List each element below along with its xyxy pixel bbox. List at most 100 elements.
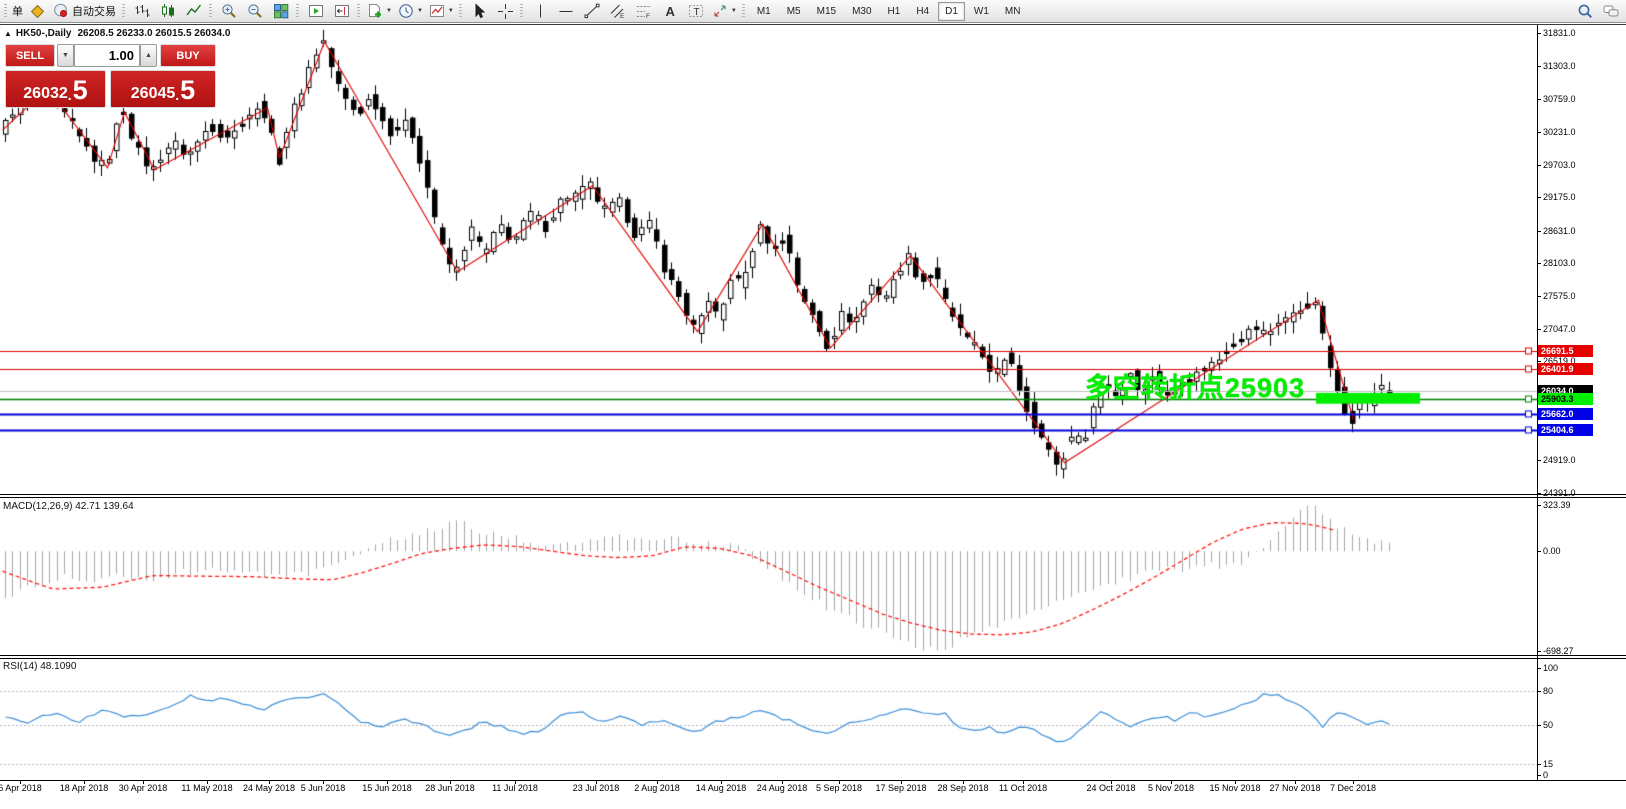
date-axis-border	[0, 780, 1626, 781]
price-tick-label: 29703.0	[1543, 160, 1576, 171]
zoom-out-button[interactable]	[243, 1, 267, 22]
date-tick	[84, 781, 85, 784]
trendline-button[interactable]	[580, 1, 604, 22]
sell-button[interactable]: SELL	[5, 44, 55, 67]
buy-price-pip: 5	[180, 77, 195, 104]
toolbar-grip	[209, 4, 212, 19]
date-tick	[782, 781, 783, 784]
tf-h1[interactable]: H1	[881, 2, 908, 21]
tf-h4[interactable]: H4	[909, 2, 936, 21]
price-tick-label: 27575.0	[1543, 291, 1576, 302]
volume-decrease-button[interactable]: ▼	[57, 44, 74, 67]
svg-text:F: F	[646, 13, 650, 19]
one-click-trade-panel: SELL ▼ 1.00 ▲ BUY 26032.5 26045.5	[5, 44, 216, 108]
buy-price-dot: .	[175, 86, 179, 104]
new-chart-button[interactable]: ▼	[365, 1, 394, 22]
macd-tick-label: 0.00	[1543, 546, 1561, 557]
date-tick	[963, 781, 964, 784]
new-order-icon[interactable]	[25, 1, 49, 22]
toolbar-grip	[122, 4, 125, 19]
text-button[interactable]: A	[658, 1, 682, 22]
date-label: 5 Nov 2018	[1148, 783, 1194, 793]
tf-m15[interactable]: M15	[810, 2, 843, 21]
periods-button-dropdown-icon[interactable]: ▼	[417, 8, 423, 14]
date-tick	[721, 781, 722, 784]
new-chart-button-dropdown-icon[interactable]: ▼	[386, 8, 392, 14]
periods-button[interactable]: ▼	[396, 1, 425, 22]
tf-d1[interactable]: D1	[938, 2, 965, 21]
price-level-tag: 25903.3	[1538, 393, 1593, 405]
autotrade-button[interactable]: 自动交易	[51, 1, 119, 22]
chat-button[interactable]	[1599, 1, 1623, 22]
trade-panel-collapse-icon[interactable]: ▲	[4, 29, 12, 38]
rsi-pane-splitter[interactable]	[0, 655, 1626, 656]
buy-price-box[interactable]: 26045.5	[110, 70, 216, 108]
cursor-button[interactable]	[467, 1, 491, 22]
price-level-tag: 26691.5	[1538, 345, 1593, 357]
templates-button[interactable]: ▼	[427, 1, 456, 22]
date-tick	[269, 781, 270, 784]
sell-price-box[interactable]: 26032.5	[5, 70, 106, 108]
toolbar: 单自动交易▼▼▼EFAT▼M1M5M15M30H1H4D1W1MN	[0, 0, 1626, 23]
macd-pane-splitter[interactable]	[0, 494, 1626, 495]
arrows-button-dropdown-icon[interactable]: ▼	[731, 8, 737, 14]
tf-m5[interactable]: M5	[780, 2, 808, 21]
horizontal-line-button[interactable]	[554, 1, 578, 22]
toolbar-grip	[357, 4, 360, 19]
volume-increase-button[interactable]: ▲	[140, 44, 157, 67]
date-label: 6 Apr 2018	[0, 783, 42, 793]
date-label: 24 Oct 2018	[1086, 783, 1135, 793]
line-chart-button[interactable]	[182, 1, 206, 22]
tf-mn[interactable]: MN	[998, 2, 1028, 21]
svg-text:E: E	[620, 13, 625, 19]
date-tick	[901, 781, 902, 784]
price-tick-label: 29175.0	[1543, 192, 1576, 203]
tf-m1[interactable]: M1	[750, 2, 778, 21]
text-label-button[interactable]: T	[684, 1, 708, 22]
date-tick	[143, 781, 144, 784]
price-tick-label: 24919.0	[1543, 455, 1576, 466]
search-button[interactable]	[1573, 1, 1597, 22]
date-tick	[207, 781, 208, 784]
rsi-pane-splitter-line	[0, 658, 1626, 659]
templates-button-dropdown-icon[interactable]: ▼	[448, 8, 454, 14]
price-tick-label: 31831.0	[1543, 28, 1576, 39]
buy-button[interactable]: BUY	[160, 44, 216, 67]
date-tick	[596, 781, 597, 784]
date-tick	[387, 781, 388, 784]
rsi-label: RSI(14) 48.1090	[3, 661, 76, 672]
price-chart-canvas[interactable]	[0, 25, 1537, 781]
crosshair-button[interactable]	[493, 1, 517, 22]
date-tick	[1235, 781, 1236, 784]
vertical-line-button[interactable]	[528, 1, 552, 22]
equidistant-channel-button[interactable]: E	[606, 1, 630, 22]
date-label: 7 Dec 2018	[1330, 783, 1376, 793]
date-label: 24 May 2018	[243, 783, 295, 793]
bar-chart-button[interactable]	[130, 1, 154, 22]
symbol-period-label: HK50-,Daily	[16, 28, 72, 39]
date-label: 24 Aug 2018	[757, 783, 808, 793]
fibonacci-button[interactable]: F	[632, 1, 656, 22]
auto-scroll-button[interactable]	[304, 1, 328, 22]
candlestick-chart-button[interactable]	[156, 1, 180, 22]
tile-windows-button[interactable]	[269, 1, 293, 22]
date-tick	[1111, 781, 1112, 784]
date-tick	[1171, 781, 1172, 784]
price-level-tag: 26401.9	[1538, 363, 1593, 375]
window-border	[0, 24, 1626, 25]
chart-title: ▲HK50-,Daily26208.5 26233.0 26015.5 2603…	[4, 28, 230, 39]
mt4-terminal: { "toolbar": { "groups": [ {"items": [ {…	[0, 0, 1626, 809]
date-label: 28 Sep 2018	[937, 783, 988, 793]
arrows-button[interactable]: ▼	[710, 1, 739, 22]
chart-shift-button[interactable]	[330, 1, 354, 22]
macd-label: MACD(12,26,9) 42.71 139.64	[3, 501, 134, 512]
volume-input[interactable]: 1.00	[74, 44, 140, 67]
toolbar-grip	[742, 4, 745, 19]
tf-w1[interactable]: W1	[967, 2, 996, 21]
tf-m30[interactable]: M30	[845, 2, 878, 21]
date-label: 5 Sep 2018	[816, 783, 862, 793]
date-label: 11 Oct 2018	[999, 783, 1047, 793]
sell-price-dot: .	[68, 86, 72, 104]
zoom-in-button[interactable]	[217, 1, 241, 22]
buy-price-main: 26045	[131, 84, 176, 104]
